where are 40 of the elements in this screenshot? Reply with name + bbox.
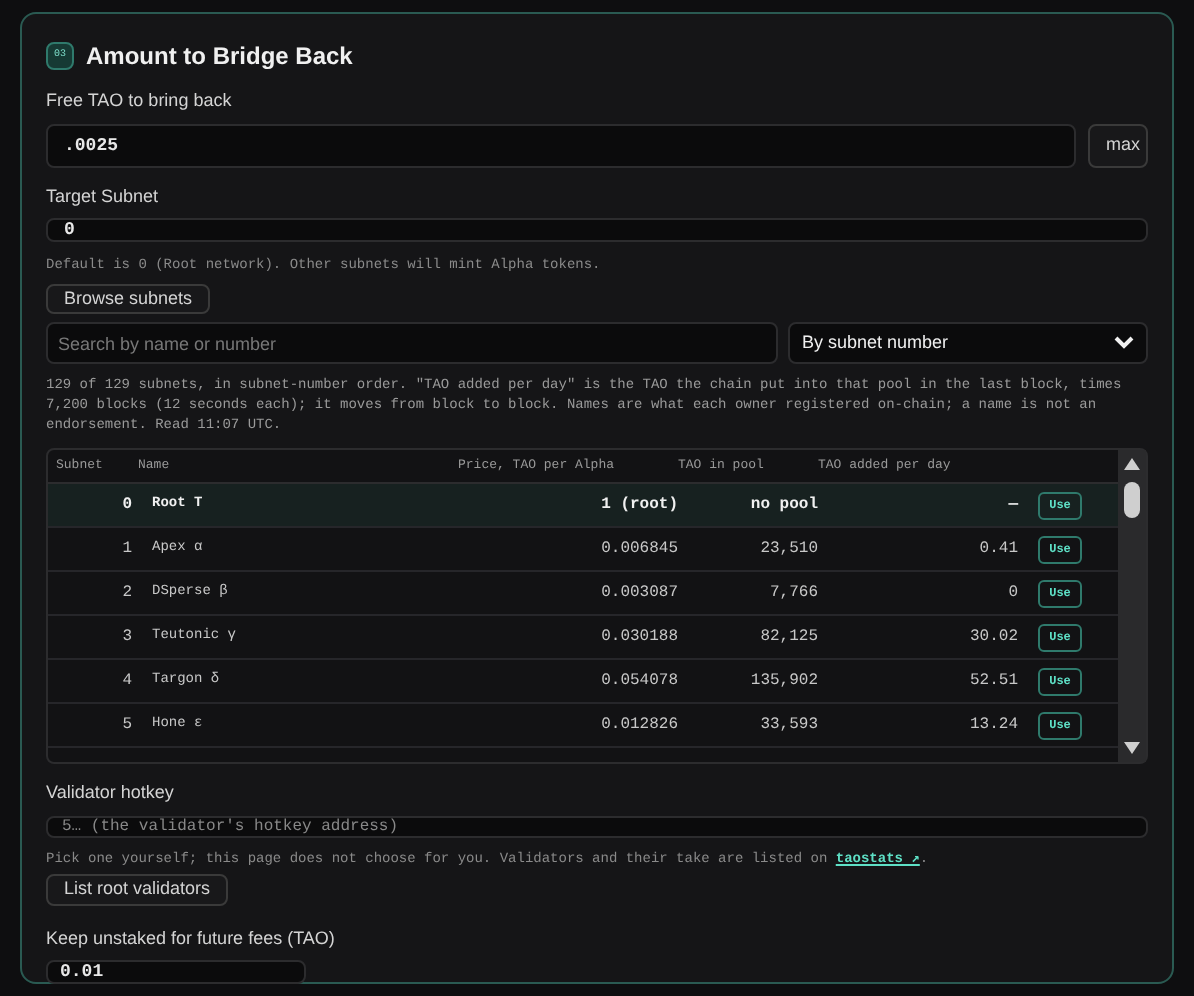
table-cell-text: 0.41: [977, 537, 1018, 561]
table-cell-text: 0.012826: [599, 713, 678, 737]
table-cell-text: 0: [1006, 581, 1018, 605]
table-cell-text: 0: [120, 493, 132, 517]
field-label: Target Subnet: [46, 183, 159, 210]
chevron-down-icon: [1114, 336, 1134, 350]
table-cell-text: 5: [120, 713, 132, 737]
table-cell-text: 7,766: [767, 581, 818, 605]
table-cell-text: 135,902: [748, 669, 818, 693]
sort-dropdown[interactable]: By subnet number: [788, 322, 1148, 364]
table-cell-text: 0.006845: [599, 537, 678, 561]
table-cell-text: 0.054078: [599, 669, 678, 693]
table-cell-text: 3: [120, 625, 132, 649]
list-validators-button[interactable]: List root validators: [46, 874, 229, 905]
field-label: Validator hotkey: [46, 780, 174, 806]
scrollbar[interactable]: [1118, 450, 1146, 762]
table-cell-text: 0.003087: [599, 581, 678, 605]
amount-field[interactable]: .0025: [46, 123, 1076, 167]
table-cell-text: 23,510: [758, 537, 818, 561]
table-cell-text: —: [1006, 493, 1018, 517]
section-title: Amount to Bridge Back: [86, 40, 353, 74]
table-cell-text: 4: [120, 669, 132, 693]
hotkey-field[interactable]: 5… (the validator's hotkey address): [46, 815, 1148, 837]
browse-subnets-button[interactable]: Browse subnets: [46, 283, 211, 314]
field-label: Free TAO to bring back: [46, 88, 232, 114]
table-cell-text: 0.030188: [599, 625, 678, 649]
table-cell-text: 33,593: [758, 713, 818, 737]
subnet-field[interactable]: 0: [46, 218, 1148, 242]
reserve-field[interactable]: 0.01: [46, 960, 306, 984]
table-cell-text: 2: [120, 581, 132, 605]
search-field[interactable]: Search by name or number: [46, 322, 778, 364]
table-cell-text: 82,125: [758, 625, 818, 649]
table-cell-text: 1: [120, 537, 132, 561]
table-cell-text: 30.02: [967, 625, 1018, 649]
table-cell-text: 13.24: [967, 713, 1018, 737]
max-button[interactable]: max: [1088, 123, 1148, 167]
field-label: Keep unstaked for future fees (TAO): [46, 925, 335, 952]
table-cell-text: 52.51: [967, 669, 1018, 693]
table-cell-text: no pool: [748, 493, 818, 517]
table-cell-text: 1 (root): [599, 493, 678, 517]
